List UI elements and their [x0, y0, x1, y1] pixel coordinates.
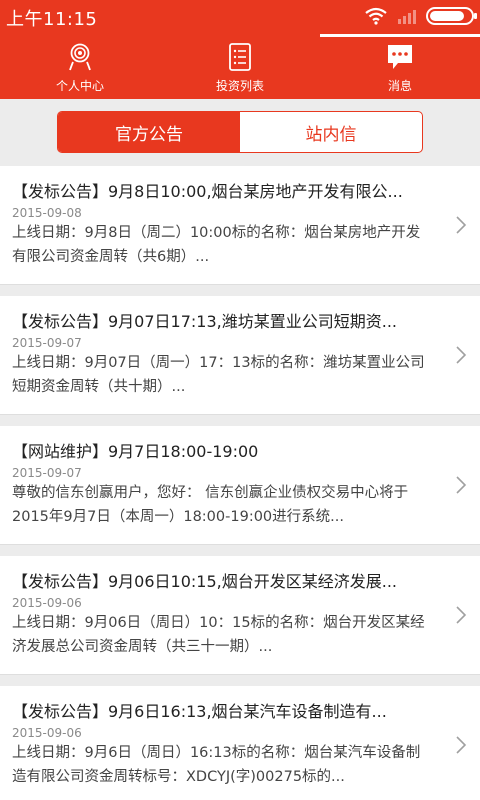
announcement-summary: 上线日期：9月07日（周一）17：13标的名称：潍坊某置业公司短期资金周转（共十…	[12, 355, 425, 395]
list-item[interactable]: 【发标公告】9月06日10:15,烟台开发区某经济发展... 2015-09-0…	[0, 556, 480, 675]
announcement-date: 2015-09-07	[12, 466, 82, 480]
announcement-summary: 上线日期：9月06日（周日）10：15标的名称：烟台开发区某经济发展总公司资金周…	[12, 615, 425, 655]
user-center-icon	[69, 43, 91, 71]
wifi-icon	[365, 7, 387, 25]
battery-level-fill	[430, 11, 464, 21]
nav-label-user-center: 个人中心	[55, 79, 104, 93]
list-item[interactable]: 【发标公告】9月6日16:13,烟台某汽车设备制造有... 2015-09-06…	[0, 686, 480, 800]
top-nav: 个人中心 投资列表 消息	[0, 34, 480, 99]
nav-label-messages: 消息	[387, 79, 412, 93]
announcement-summary: 尊敬的信东创赢用户，您好： 信东创赢企业债权交易中心将于2015年9月7日（本周…	[12, 485, 409, 525]
list-document-icon	[229, 43, 251, 71]
nav-item-messages[interactable]: 消息	[320, 34, 480, 99]
chevron-right-icon	[456, 606, 467, 624]
status-bar: 上午11:15	[0, 0, 480, 34]
battery-icon	[426, 7, 477, 25]
nav-item-investment-list[interactable]: 投资列表	[160, 34, 320, 99]
segmented-control: 官方公告 站内信	[57, 111, 423, 153]
status-icons	[364, 7, 477, 25]
message-bubble-icon	[388, 45, 412, 69]
status-time: 上午11:15	[6, 9, 98, 30]
announcement-list: 【发标公告】9月8日10:00,烟台某房地产开发有限公... 2015-09-0…	[0, 166, 480, 800]
segment-bar: 官方公告 站内信	[0, 99, 480, 166]
list-item[interactable]: 【发标公告】9月8日10:00,烟台某房地产开发有限公... 2015-09-0…	[0, 166, 480, 285]
announcement-date: 2015-09-08	[12, 206, 82, 220]
nav-item-user-center[interactable]: 个人中心	[0, 34, 160, 99]
announcement-date: 2015-09-06	[12, 726, 82, 740]
announcement-title: 【发标公告】9月8日10:00,烟台某房地产开发有限公...	[12, 182, 403, 201]
list-item[interactable]: 【网站维护】9月7日18:00-19:00 2015-09-07 尊敬的信东创赢…	[0, 426, 480, 545]
chevron-right-icon	[456, 216, 467, 234]
announcement-title: 【发标公告】9月06日10:15,烟台开发区某经济发展...	[12, 572, 397, 591]
announcement-summary: 上线日期：9月6日（周日）16:13标的名称：烟台某汽车设备制造有限公司资金周转…	[12, 745, 421, 785]
list-item[interactable]: 【发标公告】9月07日17:13,潍坊某置业公司短期资... 2015-09-0…	[0, 296, 480, 415]
nav-label-investment-list: 投资列表	[215, 79, 264, 93]
announcement-title: 【网站维护】9月7日18:00-19:00	[12, 442, 259, 461]
cell-signal-icon	[398, 8, 416, 24]
chevron-right-icon	[456, 736, 467, 754]
announcement-date: 2015-09-06	[12, 596, 82, 610]
tab-official-announcements[interactable]: 官方公告	[58, 112, 240, 152]
tab-site-messages[interactable]: 站内信	[240, 112, 422, 152]
active-tab-indicator	[320, 34, 480, 37]
announcement-title: 【发标公告】9月07日17:13,潍坊某置业公司短期资...	[12, 312, 397, 331]
announcement-date: 2015-09-07	[12, 336, 82, 350]
announcement-title: 【发标公告】9月6日16:13,烟台某汽车设备制造有...	[12, 702, 387, 721]
chevron-right-icon	[456, 346, 467, 364]
announcement-summary: 上线日期：9月8日（周二）10:00标的名称：烟台某房地产开发有限公司资金周转（…	[12, 225, 421, 265]
chevron-right-icon	[456, 476, 467, 494]
